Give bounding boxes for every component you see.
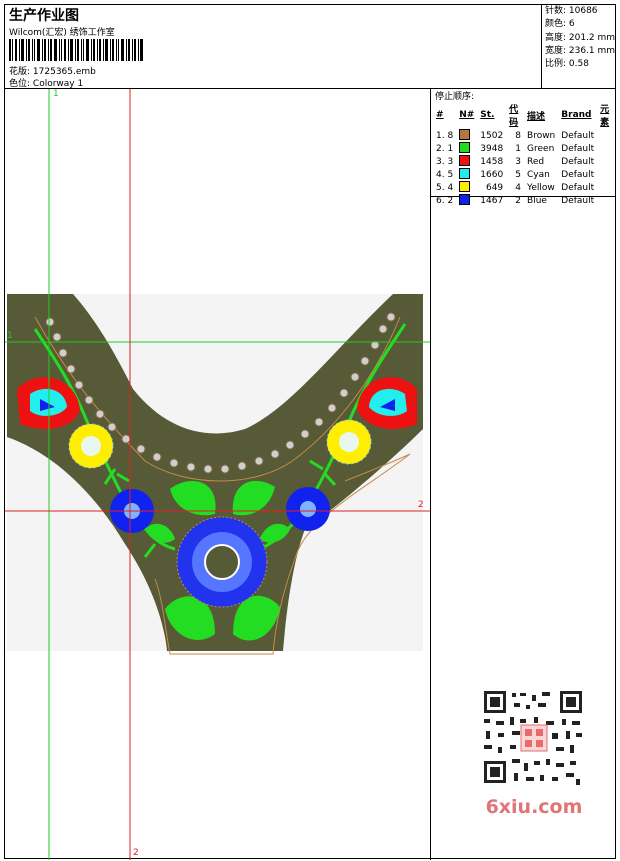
row-code: 5 bbox=[515, 169, 522, 180]
row-description: Red bbox=[527, 156, 545, 167]
watermark-text: 6xiu.com bbox=[486, 796, 583, 817]
row-index: 5. 4 bbox=[436, 182, 454, 193]
colorway-label: 色位: bbox=[9, 79, 31, 89]
yellow-flower-left bbox=[68, 423, 114, 469]
row-element bbox=[597, 194, 615, 207]
row-element bbox=[597, 129, 615, 142]
row-stitches: 3948 bbox=[480, 143, 504, 154]
row-description: Brown bbox=[527, 130, 556, 141]
guide-label-v1: 1 bbox=[53, 89, 59, 99]
color-swatch-icon bbox=[459, 155, 471, 166]
page-title: 生产作业图 bbox=[9, 8, 79, 24]
row-description: Blue bbox=[527, 195, 547, 206]
table-row: 5. 4 649 4 Yellow Default bbox=[433, 181, 615, 194]
colorway-line: 色位: Colorway 1 bbox=[9, 76, 83, 89]
col-brand: Brand bbox=[561, 110, 592, 120]
color-swatch-icon bbox=[459, 194, 471, 205]
row-brand: Default bbox=[561, 156, 595, 167]
color-swatch-icon bbox=[459, 181, 471, 192]
table-row: 1. 8 1502 8 Brown Default bbox=[433, 129, 615, 142]
col-code: 代码 bbox=[509, 105, 519, 128]
row-index: 2. 1 bbox=[436, 143, 454, 154]
color-swatch-icon bbox=[459, 129, 471, 140]
yellow-flower-right bbox=[326, 419, 372, 465]
row-element bbox=[597, 142, 615, 155]
row-brand: Default bbox=[561, 130, 595, 141]
table-header-row: # N# St. 代码 描述 Brand 元素 bbox=[433, 101, 615, 129]
design-canvas bbox=[5, 89, 430, 860]
row-index: 4. 5 bbox=[436, 169, 454, 180]
row-brand: Default bbox=[561, 195, 595, 206]
stats-divider bbox=[541, 5, 542, 88]
row-brand: Default bbox=[561, 143, 595, 154]
row-stitches: 1660 bbox=[480, 169, 504, 180]
row-description: Green bbox=[527, 143, 555, 154]
design-width: 宽度: 236.1 mm bbox=[545, 45, 616, 56]
col-description: 描述 bbox=[527, 111, 546, 122]
blue-flower-center bbox=[176, 516, 268, 608]
row-swatch-cell bbox=[456, 194, 477, 207]
row-code: 1 bbox=[515, 143, 522, 154]
color-swatch-icon bbox=[459, 142, 471, 153]
row-code: 8 bbox=[515, 130, 522, 141]
table-row: 3. 3 1458 3 Red Default bbox=[433, 155, 615, 168]
row-element bbox=[597, 155, 615, 168]
color-sequence-table: # N# St. 代码 描述 Brand 元素 1. 8 1502 8 Brown De… bbox=[433, 101, 615, 207]
row-code: 3 bbox=[515, 156, 522, 167]
row-code: 2 bbox=[515, 195, 522, 206]
stats-panel: 针数: 10686 颜色: 6 高度: 201.2 mm 宽度: 236.1 m… bbox=[545, 5, 615, 71]
guide-label-v2: 2 bbox=[133, 848, 139, 858]
sheet-frame: 生产作业图 Wilcom(汇宏) 绣饰工作室 花版: 1725365.emb 色… bbox=[4, 4, 616, 860]
row-swatch-cell bbox=[456, 129, 477, 142]
design-ratio: 比例: 0.58 bbox=[545, 59, 589, 70]
row-brand: Default bbox=[561, 182, 595, 193]
row-description: Cyan bbox=[527, 169, 550, 180]
design-height: 高度: 201.2 mm bbox=[545, 32, 616, 43]
row-description: Yellow bbox=[527, 182, 555, 193]
row-index: 3. 3 bbox=[436, 156, 454, 167]
table-row: 6. 2 1467 2 Blue Default bbox=[433, 194, 615, 207]
guide-label-h2: 2 bbox=[418, 500, 424, 510]
row-swatch-cell bbox=[456, 168, 477, 181]
color-swatch-icon bbox=[459, 168, 471, 179]
row-stitches: 1458 bbox=[480, 156, 504, 167]
row-stitches: 1502 bbox=[480, 130, 504, 141]
row-code: 4 bbox=[515, 182, 522, 193]
row-stitches: 1467 bbox=[480, 195, 504, 206]
row-index: 6. 2 bbox=[436, 195, 454, 206]
qr-code-watermark: 6xiu.com bbox=[476, 687, 591, 817]
row-swatch-cell bbox=[456, 181, 477, 194]
barcode-icon bbox=[9, 39, 143, 61]
company-name: Wilcom(汇宏) 绣饰工作室 bbox=[9, 28, 115, 38]
blue-flower-right bbox=[286, 487, 330, 531]
guide-label-h1: 1 bbox=[7, 331, 13, 341]
stitch-count: 针数: 10686 bbox=[545, 6, 598, 16]
table-row: 2. 1 3948 1 Green Default bbox=[433, 142, 615, 155]
row-element bbox=[597, 168, 615, 181]
col-element: 元素 bbox=[600, 105, 610, 128]
row-brand: Default bbox=[561, 169, 595, 180]
row-swatch-cell bbox=[456, 142, 477, 155]
row-element bbox=[597, 181, 615, 194]
col-needle: N# bbox=[459, 110, 475, 120]
col-stitches: St. bbox=[480, 110, 495, 120]
color-count: 颜色: 6 bbox=[545, 19, 575, 30]
row-stitches: 649 bbox=[485, 182, 504, 193]
colorway-value: Colorway 1 bbox=[32, 79, 84, 89]
row-swatch-cell bbox=[456, 155, 477, 168]
panel-divider bbox=[430, 88, 431, 860]
col-index: # bbox=[436, 110, 444, 120]
table-row: 4. 5 1660 5 Cyan Default bbox=[433, 168, 615, 181]
row-index: 1. 8 bbox=[436, 130, 454, 141]
